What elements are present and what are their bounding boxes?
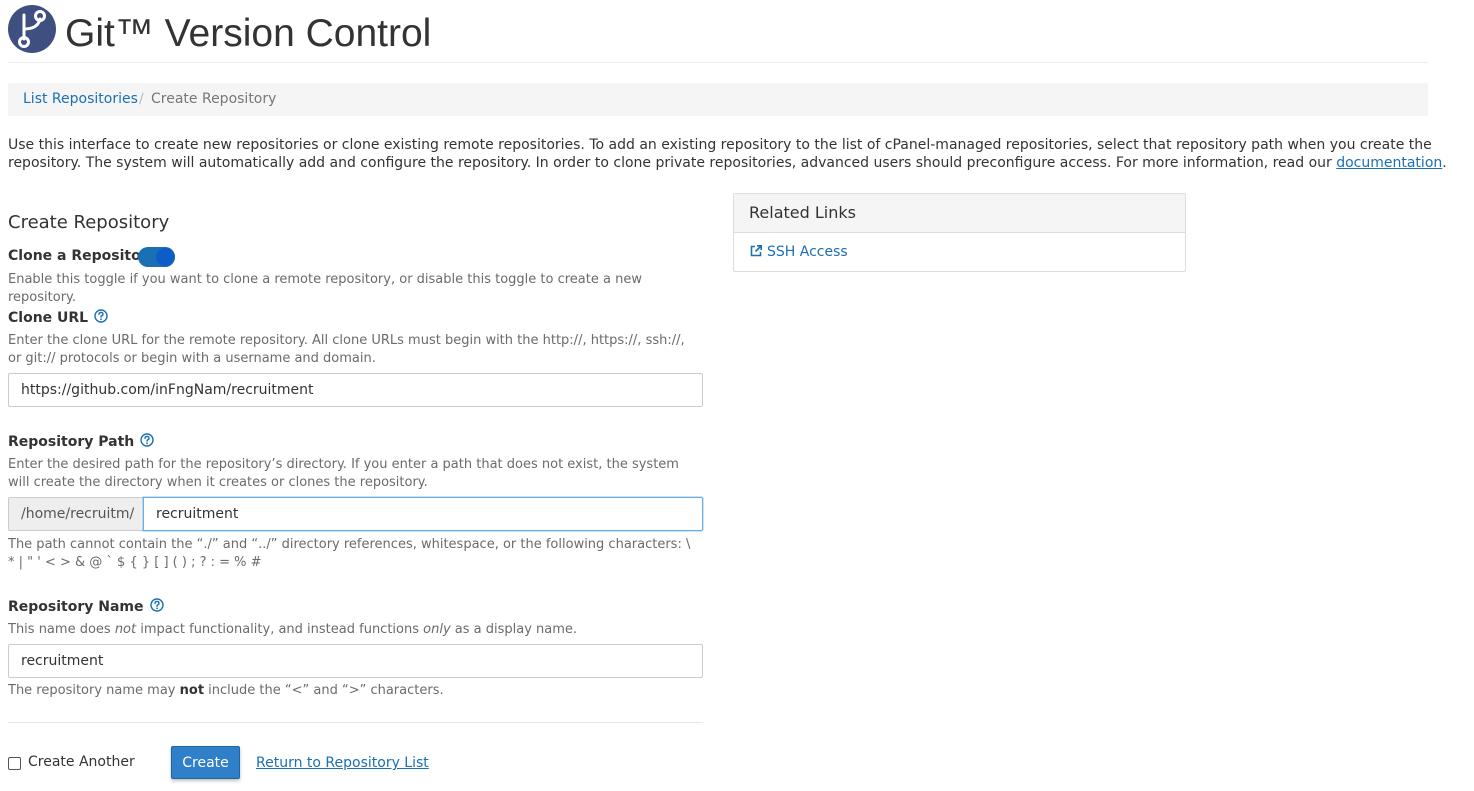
clone-toggle-hint: Enable this toggle if you want to clone … <box>8 272 642 305</box>
repository-path-hint: Enter the desired path for the repositor… <box>8 457 679 490</box>
note-text: The repository name may <box>8 683 180 698</box>
create-another-label[interactable]: Create Another <box>28 753 135 771</box>
repository-path-input[interactable] <box>143 497 703 531</box>
form-divider <box>8 722 703 723</box>
related-links-title: Related Links <box>734 194 1185 233</box>
repository-name-label: Repository Name <box>8 598 164 616</box>
external-link-icon <box>750 245 762 257</box>
intro-text: Use this interface to create new reposit… <box>8 136 1448 172</box>
return-to-repository-list-link[interactable]: Return to Repository List <box>256 754 429 772</box>
repository-name-note: The repository name may not include the … <box>8 682 698 700</box>
related-links-panel: Related Links SSH Access <box>733 193 1186 272</box>
hint-text: impact functionality, and instead functi… <box>136 622 424 637</box>
create-button[interactable]: Create <box>171 746 240 779</box>
hint-text: This name does <box>8 622 115 637</box>
clone-url-label: Clone URL <box>8 309 108 327</box>
intro-end: . <box>1442 155 1447 171</box>
related-links-list: SSH Access <box>734 233 1185 271</box>
clone-url-hint: Enter the clone URL for the remote repos… <box>8 333 685 366</box>
page-header: Git™ Version Control <box>8 5 1428 63</box>
clone-repository-label: Clone a Repository <box>8 248 157 264</box>
documentation-link[interactable]: documentation <box>1336 155 1442 171</box>
ssh-access-label: SSH Access <box>767 244 848 260</box>
repository-path-note: The path cannot contain the “./” and “..… <box>8 537 691 570</box>
git-branch-icon <box>8 5 56 53</box>
breadcrumb-list-repositories-link[interactable]: List Repositories <box>23 83 138 116</box>
breadcrumb-current: Create Repository <box>151 91 277 107</box>
repository-path-label: Repository Path <box>8 433 154 451</box>
clone-url-label-text: Clone URL <box>8 310 89 326</box>
create-another-checkbox[interactable] <box>8 757 21 770</box>
ssh-access-link[interactable]: SSH Access <box>749 244 848 260</box>
clone-repository-toggle[interactable] <box>138 247 175 267</box>
breadcrumb-separator: / <box>139 91 144 107</box>
note-emphasis: not <box>179 683 205 698</box>
note-text: include the “<” and “>” characters. <box>204 683 444 698</box>
repository-path-prefix: /home/recruitm/ <box>8 497 143 531</box>
repository-path-label-text: Repository Path <box>8 434 135 450</box>
repository-name-help-icon[interactable] <box>149 598 164 612</box>
clone-url-input[interactable] <box>8 373 703 407</box>
toggle-knob <box>156 248 174 266</box>
repository-name-hint: This name does not impact functionality,… <box>8 621 698 639</box>
hint-emphasis: only <box>423 622 451 637</box>
form-title: Create Repository <box>8 212 170 233</box>
hint-emphasis: not <box>114 622 137 637</box>
breadcrumb: List Repositories / Create Repository <box>8 83 1428 116</box>
repository-path-help-icon[interactable] <box>140 433 154 447</box>
repository-name-input[interactable] <box>8 644 703 678</box>
intro-body: Use this interface to create new reposit… <box>8 137 1432 171</box>
clone-url-help-icon[interactable] <box>94 309 108 323</box>
hint-text: as a display name. <box>450 622 578 637</box>
repository-name-label-text: Repository Name <box>8 599 144 615</box>
page-title: Git™ Version Control <box>65 12 432 55</box>
